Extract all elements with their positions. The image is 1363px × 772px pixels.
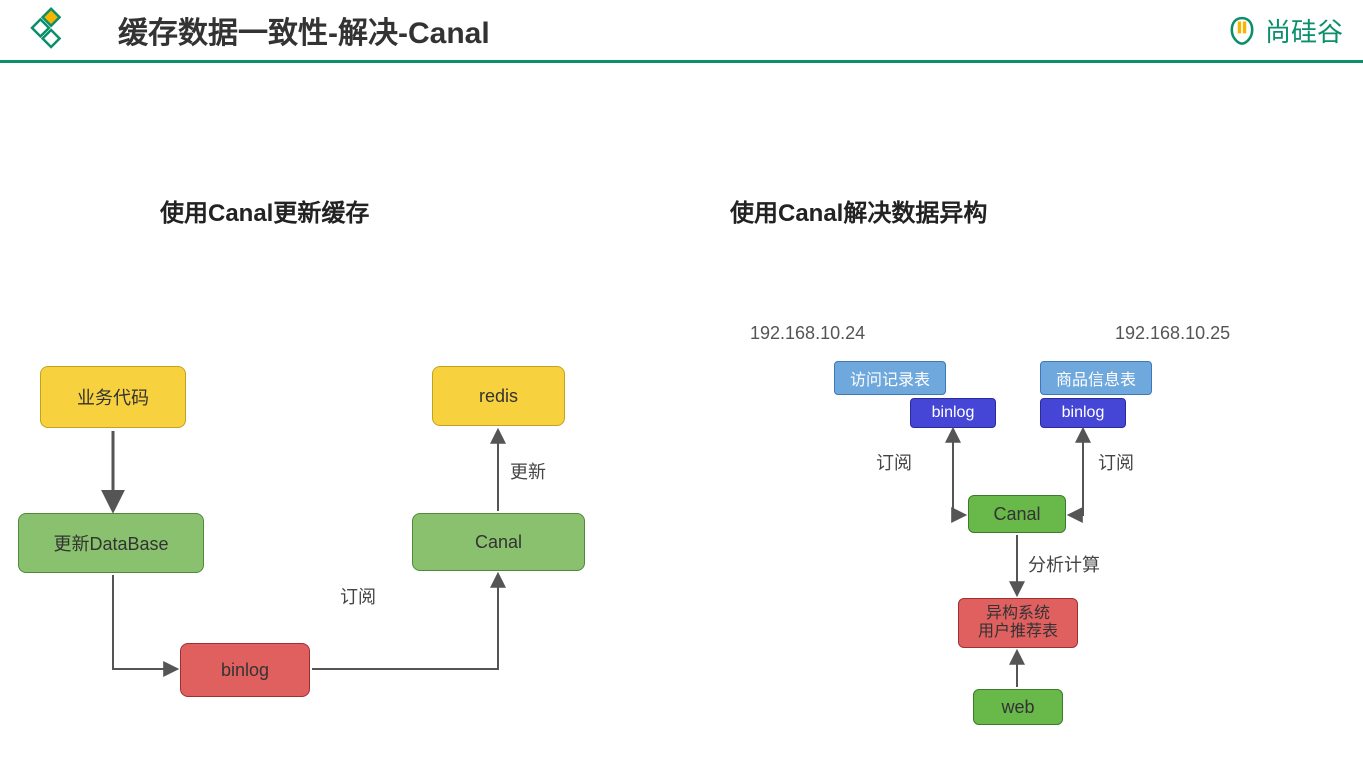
node-access-table: 访问记录表 — [834, 361, 946, 395]
edge-label-update-left: 更新 — [510, 458, 546, 484]
brand-logo-icon — [1225, 13, 1259, 47]
node-hetero: 异构系统 用户推荐表 — [958, 598, 1078, 648]
edge-label-calc: 分析计算 — [1028, 551, 1100, 577]
edge-label-sub-a: 订阅 — [876, 449, 912, 475]
node-update-db: 更新DataBase — [18, 513, 204, 573]
node-binlog-b: binlog — [1040, 398, 1126, 428]
node-canal-right: Canal — [968, 495, 1066, 533]
node-biz-code: 业务代码 — [40, 366, 186, 428]
node-hetero-l1: 异构系统 — [986, 605, 1050, 623]
node-redis: redis — [432, 366, 565, 426]
right-subhead: 使用Canal解决数据异构 — [730, 193, 987, 228]
slide-title: 缓存数据一致性-解决-Canal — [118, 8, 490, 52]
node-hetero-l2: 用户推荐表 — [978, 623, 1058, 641]
brand-text: 尚硅谷 — [1265, 12, 1343, 49]
node-web: web — [973, 689, 1063, 725]
slide-body: 使用Canal更新缓存 业务代码 更新DataBase binlog Canal… — [0, 63, 1363, 772]
node-binlog-left: binlog — [180, 643, 310, 697]
ip-left: 192.168.10.24 — [750, 323, 865, 344]
logo-diamond-icon — [20, 6, 68, 54]
node-canal-left: Canal — [412, 513, 585, 571]
left-subhead: 使用Canal更新缓存 — [160, 193, 369, 228]
brand: 尚硅谷 — [1225, 12, 1343, 49]
node-binlog-a: binlog — [910, 398, 996, 428]
ip-right: 192.168.10.25 — [1115, 323, 1230, 344]
node-product-table: 商品信息表 — [1040, 361, 1152, 395]
header-left: 缓存数据一致性-解决-Canal — [20, 6, 490, 54]
slide-header: 缓存数据一致性-解决-Canal 尚硅谷 — [0, 0, 1363, 63]
edge-label-subscribe-left: 订阅 — [340, 583, 376, 609]
edge-label-sub-b: 订阅 — [1098, 449, 1134, 475]
